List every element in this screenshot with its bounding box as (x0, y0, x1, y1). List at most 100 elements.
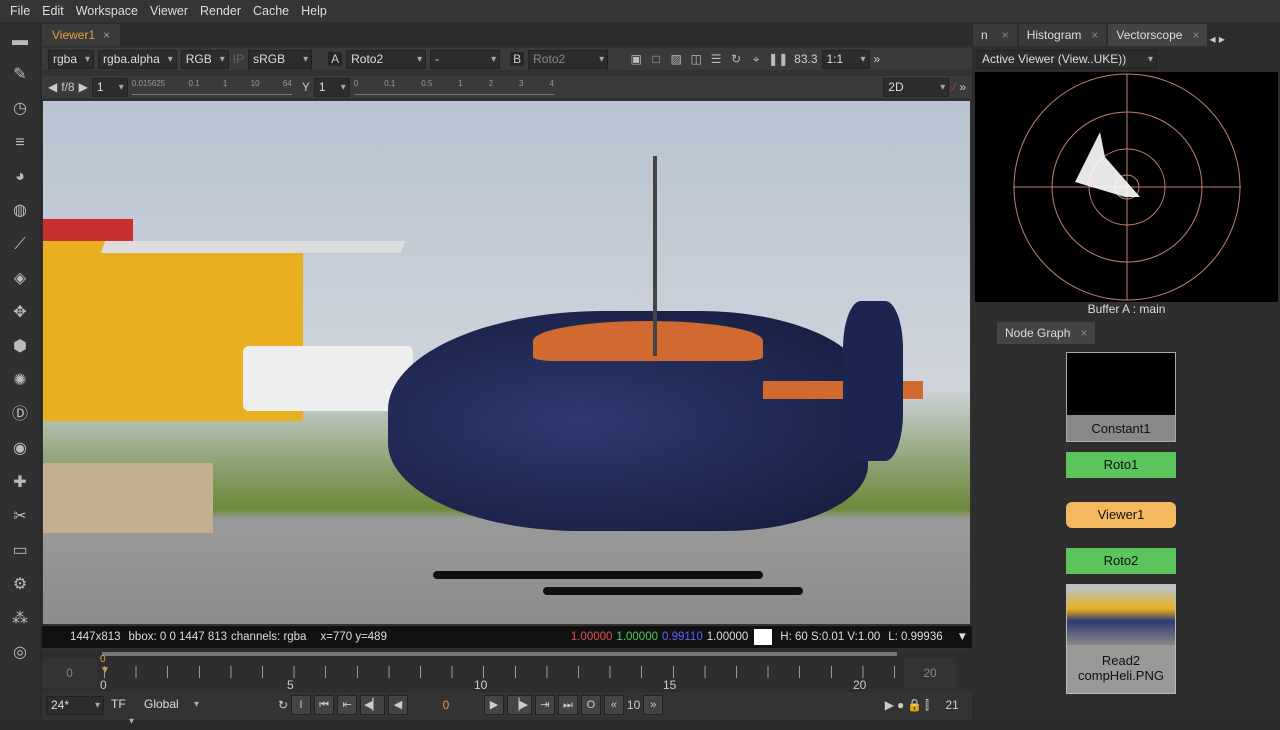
ratio-select[interactable]: 1:1 (821, 49, 870, 69)
more-icon[interactable]: » (874, 52, 881, 66)
ofx-icon[interactable]: ⁂ (9, 608, 31, 630)
tab-histogram[interactable]: Histogram × (1018, 24, 1107, 46)
close-icon[interactable]: × (1192, 28, 1199, 42)
time-icon[interactable]: ◷ (9, 98, 31, 120)
timeline-start[interactable]: 0 (42, 658, 97, 688)
global-select[interactable]: Global (140, 696, 202, 715)
loop-icon[interactable]: ↻ (278, 698, 288, 712)
3d-icon[interactable]: ⬢ (9, 336, 31, 358)
menu-render[interactable]: Render (194, 4, 247, 18)
record-icon[interactable]: ● (897, 698, 904, 712)
proxy-icon[interactable]: ⌖ (748, 51, 764, 67)
views-icon[interactable]: ◉ (9, 438, 31, 460)
skip-back-button[interactable]: « (603, 695, 624, 715)
step-forward-button[interactable]: ▕▶ (506, 695, 532, 715)
merge-icon[interactable]: ◈ (9, 268, 31, 290)
gamma-input[interactable]: 1 (313, 77, 350, 97)
tab-scroll-icon[interactable]: ◂ ▸ (1209, 32, 1224, 46)
step-back-button[interactable]: ◀▏ (360, 695, 385, 715)
active-viewer-select[interactable]: Active Viewer (View..UKE)) (977, 50, 1157, 69)
close-icon[interactable]: × (1091, 28, 1098, 42)
keyer-icon[interactable]: ⟋ (9, 234, 31, 256)
lines-icon[interactable]: ☰ (708, 51, 724, 67)
view-mode-select[interactable]: 2D (883, 77, 950, 97)
menu-help[interactable]: Help (295, 4, 333, 18)
alpha-select[interactable]: rgba.alpha (98, 49, 177, 69)
node-constant1[interactable]: Constant1 (1066, 352, 1176, 442)
display-select[interactable]: RGB (180, 49, 229, 69)
other-icon[interactable]: ▭ (9, 540, 31, 562)
next-fstop-icon[interactable]: ▶ (79, 80, 88, 94)
timecode-select[interactable]: TF (107, 696, 137, 730)
deep-icon[interactable]: Ⓓ (9, 404, 31, 426)
flipbook-icon[interactable]: ▶ (885, 698, 894, 712)
last-frame-field[interactable]: 21 (932, 698, 972, 712)
metadata-icon[interactable]: ✚ (9, 472, 31, 494)
gain-input[interactable]: 1 (91, 77, 128, 97)
current-frame-field[interactable]: 0 (411, 698, 481, 712)
next-keyframe-button[interactable]: ⇥ (534, 695, 555, 715)
close-icon[interactable]: × (103, 28, 110, 42)
menu-file[interactable]: File (4, 4, 36, 18)
first-frame-button[interactable]: ⏮ (314, 695, 335, 715)
play-backward-button[interactable]: ◀ (387, 695, 408, 715)
play-forward-button[interactable]: ▶ (483, 695, 504, 715)
lut-select[interactable]: sRGB (248, 49, 313, 69)
draw-icon[interactable]: ✎ (9, 64, 31, 86)
tab-node-graph[interactable]: Node Graph × (997, 322, 1096, 344)
node-roto1[interactable]: Roto1 (1066, 452, 1176, 478)
wipe-icon[interactable]: ◫ (688, 51, 704, 67)
filter-icon[interactable]: ◍ (9, 200, 31, 222)
image-icon[interactable]: ▬ (9, 30, 31, 52)
color-icon[interactable]: ◕ (9, 166, 31, 188)
menu-edit[interactable]: Edit (36, 4, 70, 18)
gain-slider[interactable]: 0.015625 0.1 1 10 64 (131, 79, 292, 95)
pause-icon[interactable]: ❚❚ (768, 51, 788, 67)
close-icon[interactable]: × (1002, 28, 1009, 42)
node-viewer1[interactable]: Viewer1 (1066, 502, 1176, 528)
a-input-select[interactable]: Roto2 (346, 49, 427, 69)
safe-area-icon[interactable]: □ (648, 51, 664, 67)
timeline-range-bar[interactable] (102, 652, 897, 656)
channels-select[interactable]: rgba (48, 49, 95, 69)
menu-workspace[interactable]: Workspace (70, 4, 144, 18)
menu-viewer[interactable]: Viewer (144, 4, 194, 18)
ip-button[interactable]: IP (233, 52, 244, 66)
zoom-value[interactable]: 83.3 (794, 52, 817, 66)
tab-vectorscope[interactable]: Vectorscope × (1108, 24, 1208, 46)
last-frame-button[interactable]: ⏭ (557, 695, 578, 715)
dropdown-arrow-icon[interactable]: ▼ (957, 631, 968, 643)
transform-icon[interactable]: ✥ (9, 302, 31, 324)
frame-increment[interactable]: 10 (627, 698, 640, 712)
tab-partial[interactable]: n × (973, 24, 1017, 46)
nuke-icon[interactable]: ◎ (9, 642, 31, 664)
particles-icon[interactable]: ✺ (9, 370, 31, 392)
fps-select[interactable]: 24* (46, 695, 104, 715)
refresh-icon[interactable]: ↻ (728, 51, 744, 67)
composite-op-select[interactable]: - (430, 49, 501, 69)
scale-icon[interactable]: ⫿ (925, 698, 929, 713)
tab-viewer1[interactable]: Viewer1 × (42, 24, 121, 46)
gamma-slider[interactable]: 0 0.1 0.5 1 2 3 4 (353, 79, 554, 95)
paint-icon[interactable]: ⁄ (953, 80, 955, 94)
timeline[interactable]: 0 0▼ 0 5 10 15 20 20 (42, 650, 972, 692)
channel-icon[interactable]: ≡ (9, 132, 31, 154)
lock-icon[interactable]: 🔒 (907, 698, 922, 712)
out-point-button[interactable]: O (580, 695, 601, 715)
b-input-select[interactable]: Roto2 (528, 49, 609, 69)
prev-keyframe-button[interactable]: ⇤ (337, 695, 358, 715)
furnace-icon[interactable]: ⚙ (9, 574, 31, 596)
menu-cache[interactable]: Cache (247, 4, 295, 18)
prev-fstop-icon[interactable]: ◀ (48, 80, 57, 94)
node-roto2[interactable]: Roto2 (1066, 548, 1176, 574)
in-point-button[interactable]: I (291, 695, 312, 715)
roi-icon[interactable]: ▣ (628, 51, 644, 67)
zebra-icon[interactable]: ▨ (668, 51, 684, 67)
close-icon[interactable]: × (1080, 326, 1087, 340)
skip-forward-button[interactable]: » (643, 695, 664, 715)
more-icon[interactable]: » (959, 80, 966, 94)
node-read2[interactable]: Read2 compHeli.PNG (1066, 584, 1176, 694)
timeline-end[interactable]: 20 (904, 658, 956, 688)
viewer-image[interactable] (43, 101, 970, 624)
toolsets-icon[interactable]: ✂ (9, 506, 31, 528)
